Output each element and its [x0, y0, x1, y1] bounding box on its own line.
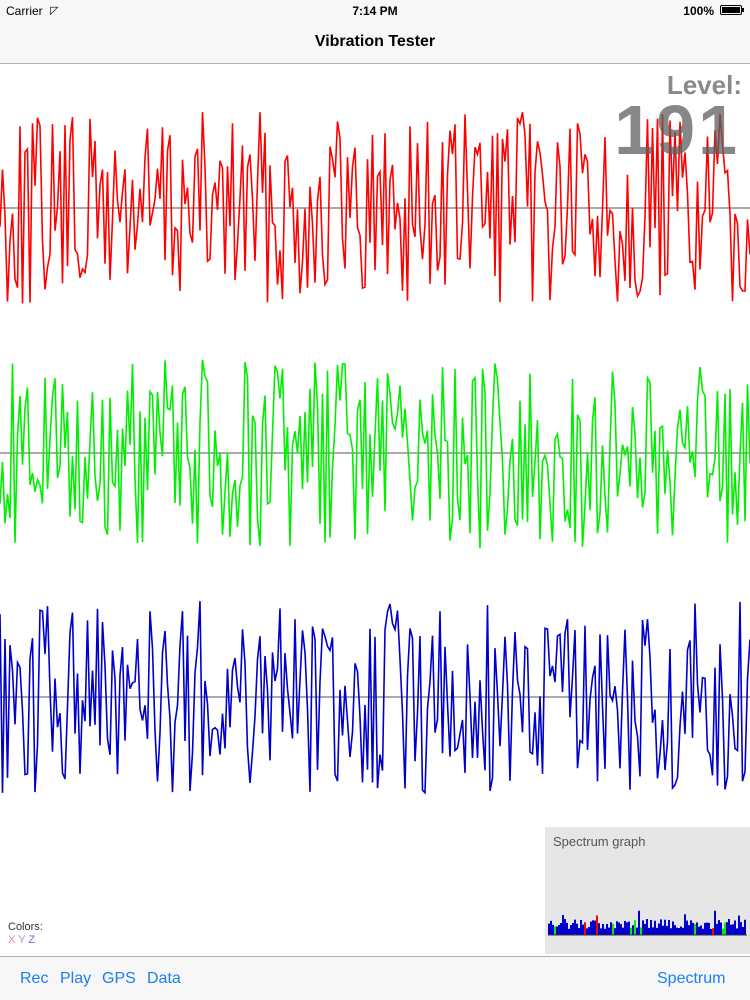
battery-icon	[720, 5, 744, 15]
page-title: Vibration Tester	[314, 33, 436, 50]
rec-button[interactable]: Rec	[20, 970, 48, 988]
spectrum-button[interactable]: Spectrum	[657, 970, 725, 988]
colors-legend: Colors: X Y Z	[8, 921, 43, 947]
legend-title: Colors:	[8, 921, 43, 933]
gps-button[interactable]: GPS	[102, 970, 136, 988]
status-time: 7:14 PM	[352, 4, 398, 18]
navigation-bar: Vibration Tester	[0, 22, 750, 64]
waveform-graphs	[0, 111, 750, 795]
data-button[interactable]: Data	[147, 970, 181, 988]
level-value: 191	[614, 91, 740, 169]
battery-percent: 100%	[683, 4, 714, 18]
status-bar: Carrier ◸ 7:14 PM 100%	[0, 0, 750, 22]
legend-z: Z	[28, 934, 36, 946]
legend-y: Y	[18, 934, 26, 946]
play-button[interactable]: Play	[60, 970, 91, 988]
bottom-toolbar: Rec Play GPS Data Spectrum	[0, 956, 750, 1000]
spectrum-graph-panel[interactable]: Spectrum graph	[545, 827, 750, 954]
z-axis-waveform	[0, 601, 750, 795]
legend-x: X	[8, 934, 16, 946]
spectrum-graph-title: Spectrum graph	[553, 834, 646, 849]
y-axis-waveform	[0, 359, 750, 549]
